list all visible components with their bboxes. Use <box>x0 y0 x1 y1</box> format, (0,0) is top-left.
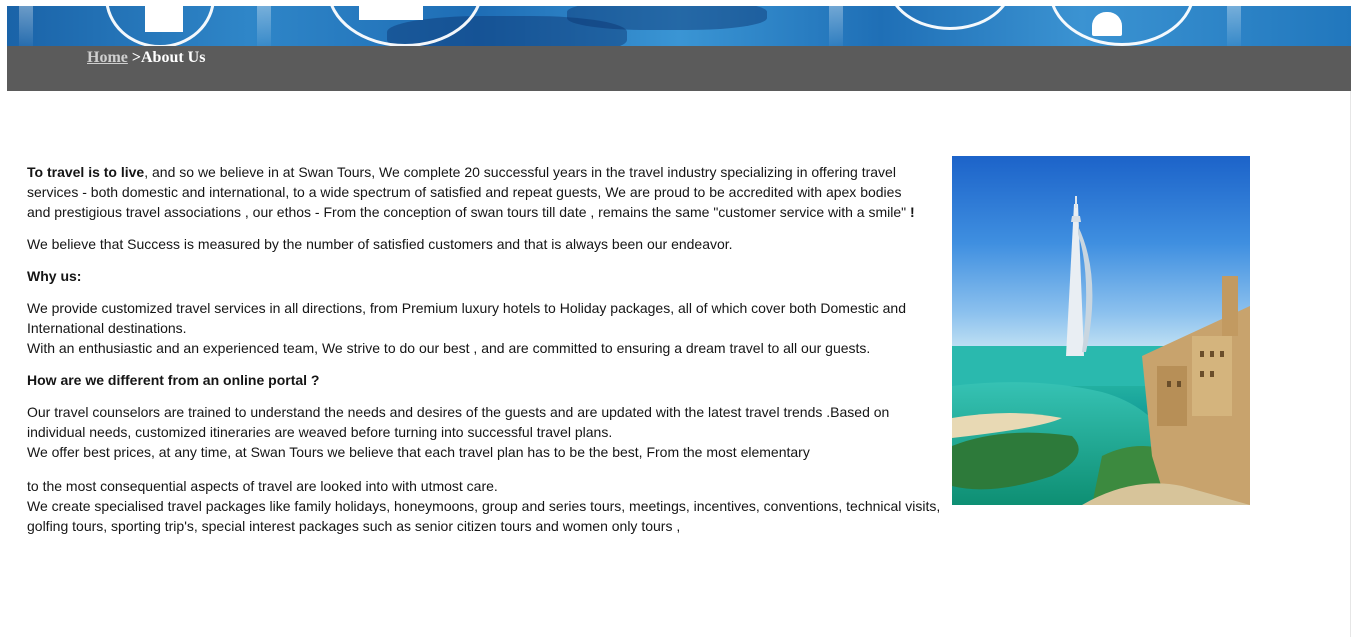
difference-paragraph: Our travel counselors are trained to und… <box>27 402 927 462</box>
why-us-text-1: We provide customized travel services in… <box>27 300 906 336</box>
difference-text-2: We offer best prices, at any time, at Sw… <box>27 444 810 460</box>
banner-light-beam <box>19 6 33 46</box>
banner-light-beam <box>1227 6 1241 46</box>
difference-text-3: to the most consequential aspects of tra… <box>27 478 498 494</box>
breadcrumb-current: About Us <box>141 49 206 66</box>
packages-paragraph: to the most consequential aspects of tra… <box>27 476 962 536</box>
breadcrumb-home-link[interactable]: Home <box>87 49 128 66</box>
page-right-border <box>1350 91 1351 637</box>
packages-text: We create specialised travel packages li… <box>27 498 941 534</box>
why-us-paragraph: We provide customized travel services in… <box>27 298 927 358</box>
banner-tile-icon <box>145 6 183 32</box>
intro-text: , and so we believe in at Swan Tours, We… <box>27 164 910 220</box>
banner-light-beam <box>829 6 843 46</box>
dubai-skyline-photo <box>952 156 1250 505</box>
difference-text-1: Our travel counselors are trained to und… <box>27 404 890 440</box>
banner-tile-icon <box>1092 12 1122 36</box>
difference-heading: How are we different from an online port… <box>27 372 320 388</box>
why-us-text-2: With an enthusiastic and an experienced … <box>27 340 871 356</box>
breadcrumb-bar: Home >About Us <box>7 46 1351 91</box>
about-content: To travel is to live, and so we believe … <box>27 162 940 548</box>
breadcrumb: Home >About Us <box>87 48 205 68</box>
banner-ring-icon <box>887 6 1013 30</box>
photo-illustration <box>952 196 1250 505</box>
tower-icon <box>1066 204 1084 356</box>
belief-paragraph: We believe that Success is measured by t… <box>27 236 733 252</box>
intro-end-text: ! <box>910 204 915 220</box>
intro-paragraph: To travel is to live, and so we believe … <box>27 162 927 222</box>
why-us-heading: Why us: <box>27 268 82 284</box>
breadcrumb-separator: > <box>127 49 141 66</box>
banner-map-shape <box>567 6 767 30</box>
page: Home >About Us To travel is to live, and… <box>0 0 1352 637</box>
banner-light-beam <box>257 6 271 46</box>
banner-tile-icon <box>359 6 423 20</box>
banner-ring-icon <box>1049 6 1195 46</box>
intro-bold-text: To travel is to live <box>27 164 145 180</box>
header-banner <box>7 6 1351 46</box>
